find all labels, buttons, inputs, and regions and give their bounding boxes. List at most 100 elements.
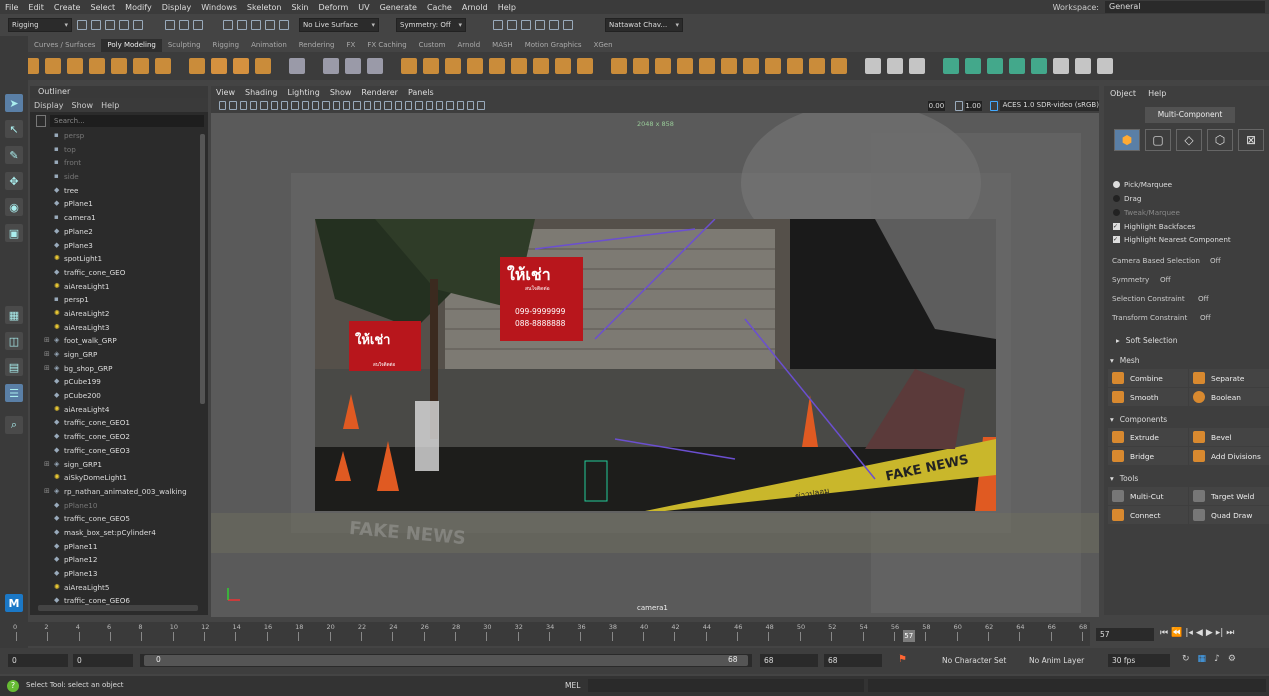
paint-select-icon[interactable]: ✎ [5, 146, 23, 164]
shelf-tab-rigging[interactable]: Rigging [207, 39, 246, 52]
shelf-tool-icon[interactable] [467, 58, 483, 74]
connect-button[interactable]: Connect [1108, 506, 1188, 524]
shelf-tool-icon[interactable] [677, 58, 693, 74]
menu-windows[interactable]: Windows [196, 3, 242, 12]
cache-icon[interactable]: ▦ [1198, 654, 1207, 667]
viewport-tool-icon[interactable] [446, 101, 454, 110]
viewport-menu-lighting[interactable]: Lighting [282, 88, 324, 97]
new-scene-icon[interactable] [77, 20, 87, 30]
search-icon[interactable]: ⌕ [5, 416, 23, 434]
menu-edit[interactable]: Edit [23, 3, 49, 12]
render-view-icon[interactable] [549, 20, 559, 30]
shelf-tool-icon[interactable] [1009, 58, 1025, 74]
gamma-icon[interactable] [954, 100, 963, 111]
shelf-tool-icon[interactable] [111, 58, 127, 74]
outliner-item[interactable]: ◆ traffic_cone_GEO [44, 266, 194, 280]
shelf-tool-icon[interactable] [423, 58, 439, 74]
shelf-tool-icon[interactable] [233, 58, 249, 74]
multi-cut-button[interactable]: Multi-Cut [1108, 487, 1188, 505]
rotate-tool-icon[interactable]: ◉ [5, 198, 23, 216]
expand-icon[interactable]: ⊞ [44, 362, 54, 376]
shelf-tool-icon[interactable] [155, 58, 171, 74]
shelf-tool-icon[interactable] [965, 58, 981, 74]
end-time-field[interactable]: 68 [824, 654, 882, 667]
viewport-tool-icon[interactable] [425, 101, 433, 110]
transform-constraint-value[interactable]: Off [1200, 313, 1211, 322]
shelf-tool-icon[interactable] [1075, 58, 1091, 74]
layout-outliner-icon[interactable]: ☰ [5, 384, 23, 402]
go-to-start-icon[interactable]: ⏮ [1160, 628, 1168, 641]
sound-icon[interactable]: ♪ [1214, 654, 1220, 667]
viewport-tool-icon[interactable] [353, 101, 361, 110]
viewport-tool-icon[interactable] [363, 101, 371, 110]
outliner-item[interactable]: ✺ spotLight1 [44, 252, 194, 266]
viewport-tool-icon[interactable] [229, 101, 237, 110]
shelf-tab-fx[interactable]: FX [341, 39, 362, 52]
outliner-item[interactable]: ✺ aiSkyDomeLight1 [44, 471, 194, 485]
save-scene-icon[interactable] [105, 20, 115, 30]
viewport-tool-icon[interactable] [332, 101, 340, 110]
color-management-icon[interactable] [989, 100, 998, 111]
shelf-tool-icon[interactable] [909, 58, 925, 74]
shelf-tool-icon[interactable] [133, 58, 149, 74]
shelf-tool-icon[interactable] [511, 58, 527, 74]
select-object-icon[interactable] [179, 20, 189, 30]
shelf-tool-icon[interactable] [743, 58, 759, 74]
viewport-tool-icon[interactable] [466, 101, 475, 110]
time-slider[interactable]: 0 2 4 6 8 10 12 14 16 18 20 22 24 26 28 30 32 34 36 38 40 42 4… [8, 622, 1090, 646]
auto-key-icon[interactable]: ⚑ [898, 654, 907, 665]
ipr-render-icon[interactable] [507, 20, 517, 30]
viewport-tool-icon[interactable] [477, 101, 485, 110]
playback-end-field[interactable]: 68 [760, 654, 818, 667]
snap-curve-icon[interactable] [237, 20, 247, 30]
current-frame-field[interactable]: 57 [1096, 628, 1154, 641]
shelf-tool-icon[interactable] [323, 58, 339, 74]
colorspace-dropdown[interactable]: ACES 1.0 SDR-video (sRGB) [999, 100, 1100, 111]
expand-icon[interactable]: ⊞ [44, 348, 54, 362]
shelf-tab-sculpting[interactable]: Sculpting [162, 39, 207, 52]
select-hierarchy-icon[interactable] [165, 20, 175, 30]
outliner-item[interactable]: ◆ pCube199 [44, 375, 194, 389]
outliner-menu-help[interactable]: Help [97, 101, 123, 110]
selection-constraint-value[interactable]: Off [1198, 294, 1209, 303]
shelf-tool-icon[interactable] [367, 58, 383, 74]
select-component-icon[interactable] [193, 20, 203, 30]
bridge-button[interactable]: Bridge [1108, 447, 1188, 465]
help-icon[interactable]: ? [7, 680, 19, 692]
viewport-tool-icon[interactable] [384, 101, 392, 110]
menu-select[interactable]: Select [85, 3, 120, 12]
viewport-tool-icon[interactable] [322, 101, 330, 110]
viewport-tool-icon[interactable] [456, 101, 464, 110]
outliner-item[interactable]: ◆ traffic_cone_GEO3 [44, 444, 194, 458]
outliner-item[interactable]: ▪ front [44, 156, 194, 170]
render-settings-icon[interactable] [521, 20, 531, 30]
shelf-tool-icon[interactable] [555, 58, 571, 74]
range-slider-handle[interactable] [144, 655, 748, 666]
maya-logo-icon[interactable]: M [5, 594, 23, 612]
shelf-tool-icon[interactable] [809, 58, 825, 74]
outliner-item[interactable]: ▪ persp1 [44, 293, 194, 307]
lasso-tool-icon[interactable]: ↖ [5, 120, 23, 138]
shelf-tool-icon[interactable] [89, 58, 105, 74]
outliner-item[interactable]: ▪ top [44, 143, 194, 157]
shelf-tab-xgen[interactable]: XGen [588, 39, 619, 52]
expand-icon[interactable]: ⊞ [44, 485, 54, 499]
outliner-item[interactable]: ◆ pPlane10 [44, 499, 194, 513]
shelf-tab-animation[interactable]: Animation [245, 39, 293, 52]
shelf-tool-icon[interactable] [1053, 58, 1069, 74]
menu-cache[interactable]: Cache [422, 3, 457, 12]
range-slider[interactable]: 0 68 [140, 654, 752, 667]
hypershade-icon[interactable] [535, 20, 545, 30]
tools-section[interactable]: ▾ Tools [1110, 471, 1265, 485]
target-weld-button[interactable]: Target Weld [1189, 487, 1269, 505]
viewport-menu-shading[interactable]: Shading [240, 88, 283, 97]
shelf-tab-rendering[interactable]: Rendering [293, 39, 341, 52]
checkbox-icon[interactable]: ✓ [1113, 223, 1120, 230]
shelf-tool-icon[interactable] [943, 58, 959, 74]
shelf-tool-icon[interactable] [633, 58, 649, 74]
viewport-tool-icon[interactable] [435, 101, 444, 110]
shelf-tool-icon[interactable] [577, 58, 593, 74]
shelf-tab-arnold[interactable]: Arnold [452, 39, 487, 52]
redo-icon[interactable] [133, 20, 143, 30]
extrude-button[interactable]: Extrude [1108, 428, 1188, 446]
